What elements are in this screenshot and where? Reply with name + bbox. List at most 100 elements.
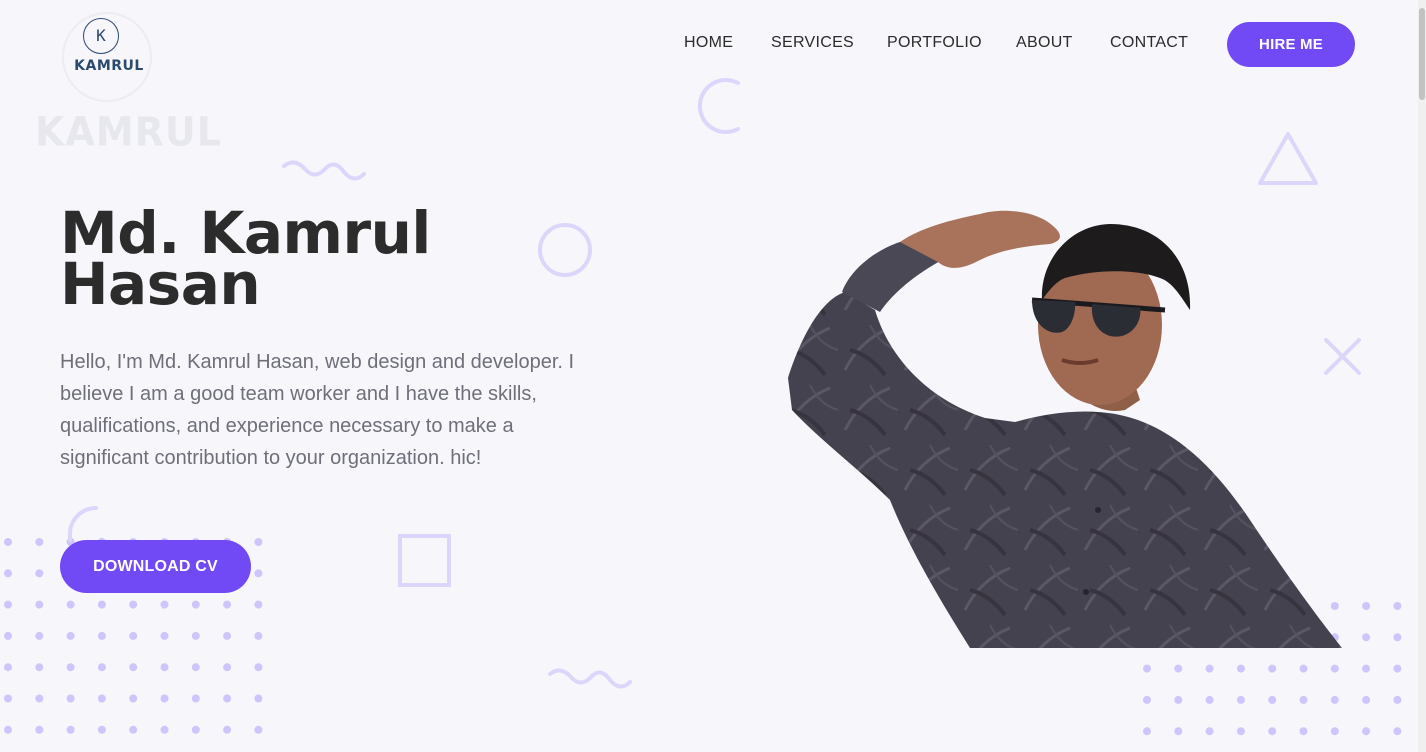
square-shape bbox=[398, 534, 451, 587]
decor-dot bbox=[1362, 602, 1371, 610]
hero-title-line2: Hasan bbox=[60, 250, 261, 318]
arc-shape-bottom-left bbox=[68, 506, 98, 542]
decor-dot bbox=[223, 600, 232, 609]
decor-dot bbox=[254, 725, 263, 734]
decor-dot bbox=[4, 569, 12, 578]
decor-dot bbox=[1268, 664, 1277, 673]
decor-dot bbox=[4, 600, 12, 609]
decor-dot bbox=[1362, 633, 1371, 642]
logo-watermark: KAMRUL bbox=[35, 108, 223, 156]
decor-dot bbox=[129, 600, 138, 609]
site-logo[interactable]: K KAMRUL bbox=[62, 12, 152, 102]
logo-monogram-ring: K bbox=[83, 18, 119, 54]
decor-dot bbox=[160, 600, 169, 609]
circle-shape bbox=[538, 223, 592, 277]
decor-dot bbox=[4, 538, 12, 546]
decor-dot bbox=[35, 600, 44, 609]
wave-shape-bottom bbox=[548, 668, 632, 689]
decor-dot bbox=[254, 694, 263, 703]
decor-dot bbox=[1299, 727, 1308, 736]
decor-dot bbox=[1393, 602, 1402, 610]
decor-dot bbox=[191, 631, 200, 640]
nav-item-portfolio[interactable]: PORTFOLIO bbox=[887, 34, 982, 52]
triangle-shape bbox=[1258, 132, 1318, 185]
decor-dot bbox=[97, 600, 106, 609]
decor-dot bbox=[97, 663, 106, 672]
decor-dot bbox=[1362, 695, 1371, 704]
decor-dot bbox=[254, 600, 263, 609]
decor-dot bbox=[97, 631, 106, 640]
decor-dot bbox=[254, 663, 263, 672]
decor-dot bbox=[223, 725, 232, 734]
decor-dot bbox=[97, 694, 106, 703]
download-cv-button[interactable]: DOWNLOAD CV bbox=[60, 540, 251, 593]
decor-dot bbox=[1268, 727, 1277, 736]
decor-dot bbox=[35, 569, 44, 578]
decor-dot bbox=[160, 694, 169, 703]
decor-dot bbox=[4, 725, 12, 734]
decor-dot bbox=[223, 694, 232, 703]
nav-item-home[interactable]: HOME bbox=[684, 34, 733, 52]
nav-item-about[interactable]: ABOUT bbox=[1016, 34, 1073, 52]
decor-dot bbox=[35, 631, 44, 640]
decor-dot bbox=[254, 538, 263, 546]
decor-dot bbox=[129, 663, 138, 672]
decor-dot bbox=[191, 663, 200, 672]
decor-dot bbox=[35, 725, 44, 734]
hire-me-button[interactable]: HIRE ME bbox=[1227, 22, 1355, 67]
decor-dot bbox=[129, 694, 138, 703]
decor-dot bbox=[191, 725, 200, 734]
decor-dot bbox=[66, 631, 75, 640]
arc-shape-top bbox=[697, 78, 740, 134]
decor-dot bbox=[1393, 727, 1402, 736]
decor-dot bbox=[35, 538, 44, 546]
decor-dot bbox=[1143, 664, 1151, 673]
logo-name: KAMRUL bbox=[74, 58, 144, 74]
decor-dot bbox=[4, 663, 12, 672]
scrollbar-thumb[interactable] bbox=[1419, 8, 1425, 100]
decor-dot bbox=[1330, 695, 1339, 704]
page-scrollbar[interactable] bbox=[1418, 0, 1426, 752]
decor-dot bbox=[1362, 664, 1371, 673]
decor-dot bbox=[1236, 695, 1245, 704]
decor-dot bbox=[4, 631, 12, 640]
decor-dot bbox=[1205, 695, 1214, 704]
decor-dot bbox=[254, 569, 263, 578]
decor-dot bbox=[1205, 664, 1214, 673]
profile-photo bbox=[788, 210, 1342, 648]
decor-dot bbox=[66, 600, 75, 609]
decor-dot bbox=[1143, 727, 1151, 736]
decor-dot bbox=[35, 663, 44, 672]
decor-dot bbox=[1393, 664, 1402, 673]
decor-dot bbox=[35, 694, 44, 703]
hero-bio: Hello, I'm Md. Kamrul Hasan, web design … bbox=[60, 351, 575, 469]
decor-dot bbox=[66, 663, 75, 672]
wave-shape-top bbox=[282, 160, 366, 181]
decor-dot bbox=[1174, 664, 1183, 673]
portfolio-page: K KAMRUL KAMRUL HOME SERVICES PORTFOLIO … bbox=[0, 0, 1426, 752]
decor-dot bbox=[4, 694, 12, 703]
decor-dot bbox=[1299, 664, 1308, 673]
decor-dot bbox=[1236, 664, 1245, 673]
nav-item-contact[interactable]: CONTACT bbox=[1110, 34, 1188, 52]
decor-dot bbox=[223, 663, 232, 672]
logo-monogram: K bbox=[96, 26, 106, 45]
decor-dot bbox=[160, 631, 169, 640]
decor-dot bbox=[191, 600, 200, 609]
decor-dot bbox=[1299, 695, 1308, 704]
decor-dot bbox=[223, 631, 232, 640]
decor-dot bbox=[1143, 695, 1151, 704]
decor-dot bbox=[66, 725, 75, 734]
decor-dot bbox=[1174, 727, 1183, 736]
decor-dot bbox=[1174, 695, 1183, 704]
decor-dot bbox=[160, 725, 169, 734]
decor-dot bbox=[254, 631, 263, 640]
decor-dot bbox=[1330, 727, 1339, 736]
decor-dot bbox=[66, 694, 75, 703]
decor-dot bbox=[1268, 695, 1277, 704]
decor-dot bbox=[129, 631, 138, 640]
decor-dot bbox=[1236, 727, 1245, 736]
decor-dot bbox=[191, 694, 200, 703]
hero-title: Md. Kamrul Hasan bbox=[60, 204, 500, 313]
nav-item-services[interactable]: SERVICES bbox=[771, 34, 854, 52]
